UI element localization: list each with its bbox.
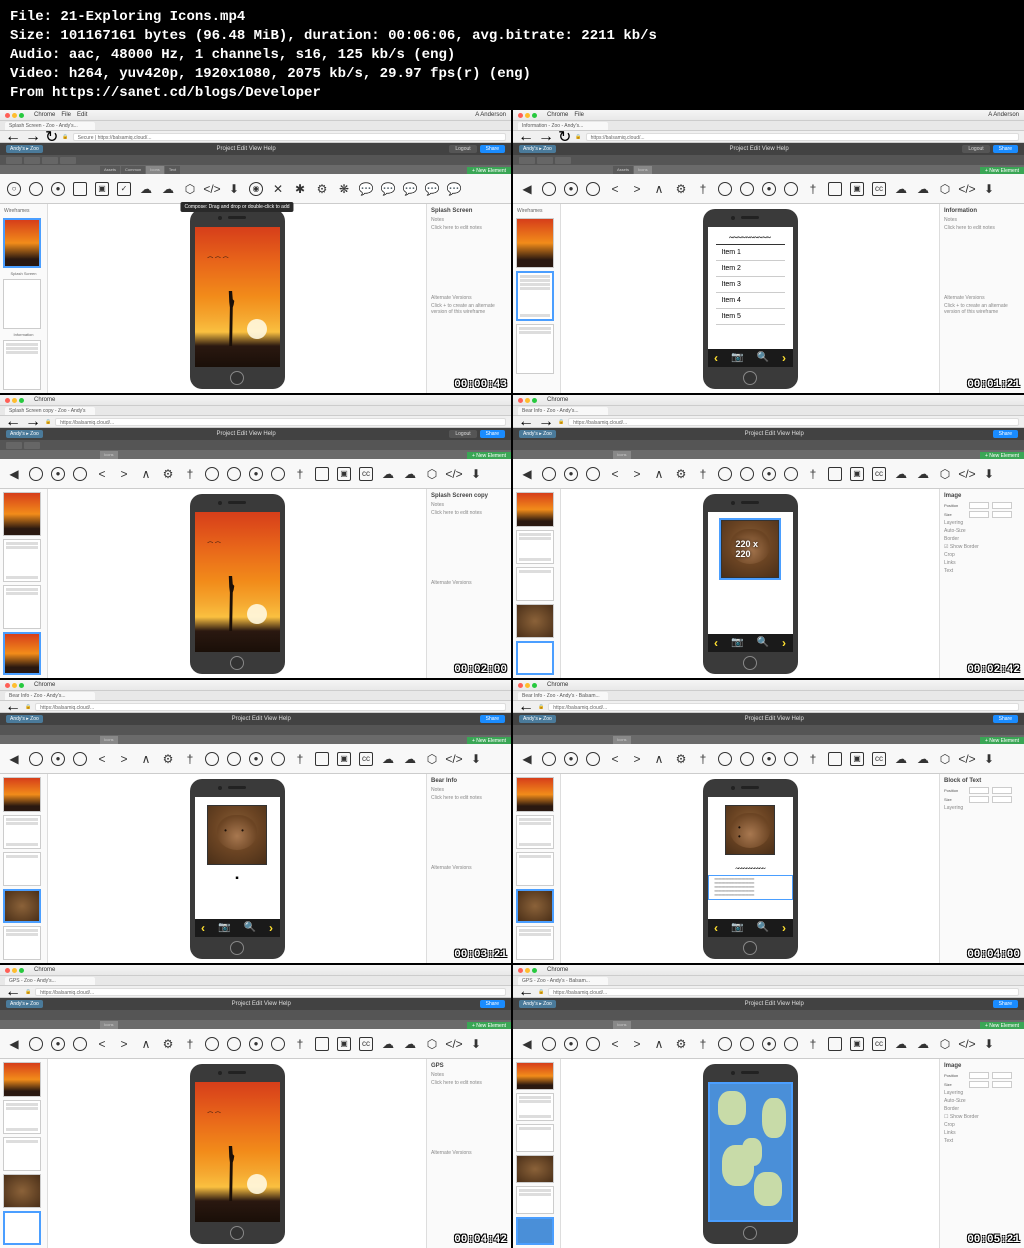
frame-5: Chrome Bear Info - Zoo - Andy's... ←🔒htt… <box>0 680 511 963</box>
frame-3: Chrome Splash Screen copy - Zoo - Andy's… <box>0 395 511 678</box>
frame-7: Chrome GPS - Zoo - Andy's... ←🔒https://b… <box>0 965 511 1248</box>
timestamp: 00:00:43 <box>454 379 507 391</box>
frame-1: ChromeFileEditA Anderson Splash Screen -… <box>0 110 511 393</box>
video-metadata-header: File: 21-Exploring Icons.mp4 Size: 10116… <box>0 0 1024 110</box>
canvas[interactable]: Compose: Drag and drop or double-click t… <box>48 204 426 393</box>
wireframes-sidebar[interactable]: Wireframes Splash Screen Information <box>0 204 48 393</box>
frame-8: Chrome GPS - Zoo - Andy's - Balsam... ←🔒… <box>513 965 1024 1248</box>
frame-6: Chrome Bear Info - Zoo - Andy's - Balsam… <box>513 680 1024 963</box>
properties-panel: Splash Screen Notes Click here to edit n… <box>426 204 511 393</box>
thumbnail-grid: ChromeFileEditA Anderson Splash Screen -… <box>0 110 1024 1248</box>
frame-4: Chrome Bear Info - Zoo - Andy's... ←→🔒ht… <box>513 395 1024 678</box>
icon-toolbar[interactable]: ○●▣✓☁☁⬡</>⬇◉✕✱⚙❋💬💬💬💬💬 <box>0 174 511 204</box>
frame-2: ChromeFileA Anderson Information - Zoo -… <box>513 110 1024 393</box>
